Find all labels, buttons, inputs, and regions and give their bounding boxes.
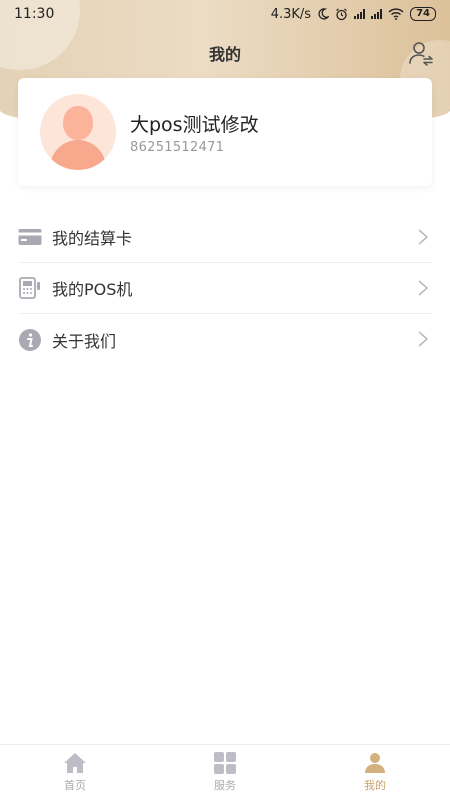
avatar-head-shape: [63, 106, 93, 140]
tab-home[interactable]: 首页: [0, 745, 150, 800]
page-title: 我的: [208, 45, 241, 64]
tab-mine[interactable]: 我的: [300, 745, 450, 800]
chevron-right-icon: [418, 280, 429, 296]
signal-icon: [371, 9, 383, 19]
network-speed: 4.3K/s: [270, 6, 312, 22]
user-icon: [365, 753, 385, 773]
pos-terminal-icon: [18, 276, 42, 300]
bottom-tab-bar: 首页 服务 我的: [0, 744, 450, 800]
alarm-icon: [336, 8, 347, 20]
profile-name: 大pos测试修改: [130, 113, 259, 136]
top-bar: 我的: [0, 36, 450, 70]
avatar-body-shape: [50, 140, 106, 170]
profile-card[interactable]: 大pos测试修改 86251512471: [18, 78, 432, 186]
tab-service[interactable]: 服务: [150, 745, 300, 800]
grid-icon: [214, 752, 236, 774]
menu-item-pos[interactable]: 我的POS机: [18, 263, 432, 314]
menu-item-settlement-card[interactable]: 我的结算卡: [18, 212, 432, 263]
home-icon: [64, 753, 86, 773]
menu-item-label: 我的POS机: [52, 280, 133, 299]
menu-item-about[interactable]: 关于我们: [18, 314, 432, 365]
tab-label: 服务: [214, 779, 236, 792]
wifi-icon: [388, 8, 404, 20]
signal-icon: [354, 9, 366, 19]
status-indicators: 4.3K/s 74: [271, 7, 436, 22]
tab-label: 首页: [64, 779, 86, 792]
chevron-right-icon: [418, 229, 429, 245]
status-bar: 11:30 4.3K/s 74: [0, 0, 450, 28]
tab-label: 我的: [364, 779, 386, 792]
battery-icon: 74: [410, 7, 436, 21]
menu-item-label: 我的结算卡: [52, 229, 133, 248]
moon-icon: [318, 8, 330, 20]
profile-info: 大pos测试修改 86251512471: [130, 110, 259, 155]
chevron-right-icon: [418, 331, 429, 347]
avatar[interactable]: [40, 94, 116, 170]
switch-user-icon[interactable]: [408, 40, 434, 66]
menu-list: 我的结算卡 我的POS机 关于我们: [18, 212, 432, 365]
profile-id: 86251512471: [130, 139, 225, 155]
menu-item-label: 关于我们: [52, 331, 117, 351]
bank-card-icon: [18, 225, 42, 249]
status-time: 11:30: [14, 6, 55, 22]
info-icon: [18, 328, 42, 352]
